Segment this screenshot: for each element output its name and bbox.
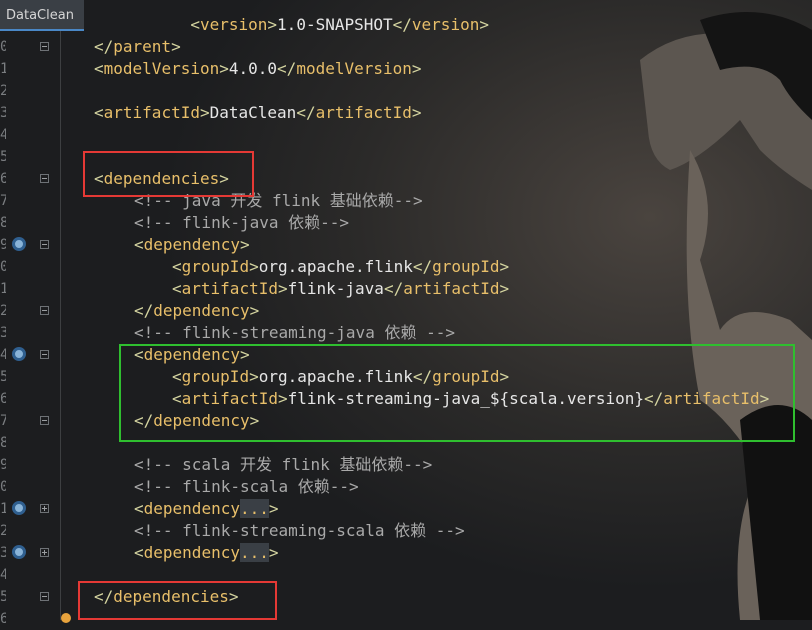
line-number: 1 [0, 281, 6, 297]
code-comment: <!-- flink-streaming-java 依赖 --> [134, 323, 455, 342]
streaming-dependency-highlight [119, 344, 795, 442]
code-line: <groupId>org.apache.flink</groupId> [172, 257, 510, 276]
maven-dependency-icon[interactable] [12, 347, 26, 361]
line-number: 9 [0, 237, 6, 253]
line-number: 6 [0, 391, 6, 407]
line-number: 8 [0, 215, 6, 231]
code-line: <dependency> [134, 235, 250, 254]
line-number: 3 [0, 545, 6, 561]
line-number: 4 [0, 567, 6, 583]
code-line: <modelVersion>4.0.0</modelVersion> [94, 59, 422, 78]
dependencies-close-highlight [78, 581, 277, 620]
line-number: 6 [0, 611, 6, 627]
gutter-divider [60, 0, 61, 620]
line-number: 6 [0, 171, 6, 187]
tab-dataclean[interactable]: DataClean [0, 0, 84, 31]
editor-gutter: 9 0 1 2 3 4 5 6 7 8 9 0 1 2 3 4 5 6 7 8 … [0, 0, 60, 627]
code-line: </dependency> [134, 301, 260, 320]
code-line: <artifactId>DataClean</artifactId> [94, 103, 422, 122]
line-number: 8 [0, 435, 6, 451]
line-number: 5 [0, 589, 6, 605]
code-comment: <!-- scala 开发 flink 基础依赖--> [134, 455, 433, 474]
line-number: 2 [0, 83, 6, 99]
code-editor[interactable]: <version>1.0-SNAPSHOT</version> </parent… [0, 0, 812, 620]
line-number: 2 [0, 303, 6, 319]
line-number: 1 [0, 501, 6, 517]
line-number: 4 [0, 347, 6, 363]
fold-collapse-icon[interactable] [40, 240, 49, 249]
fold-collapse-icon[interactable] [40, 174, 49, 183]
fold-expand-icon[interactable] [40, 504, 49, 513]
code-line-folded[interactable]: <dependency...> [134, 542, 279, 564]
line-number: 7 [0, 413, 6, 429]
dependencies-open-highlight [83, 151, 254, 197]
line-number: 2 [0, 523, 6, 539]
line-number: 1 [0, 61, 6, 77]
line-number: 5 [0, 149, 6, 165]
fold-collapse-icon[interactable] [40, 42, 49, 51]
maven-dependency-icon[interactable] [12, 545, 26, 559]
fold-collapse-icon[interactable] [40, 350, 49, 359]
fold-collapse-icon[interactable] [40, 306, 49, 315]
line-number: 3 [0, 325, 6, 341]
code-comment: <!-- flink-streaming-scala 依赖 --> [134, 521, 465, 540]
code-line-folded[interactable]: <dependency...> [134, 498, 279, 520]
code-line: <version>1.0-SNAPSHOT</version> [190, 15, 489, 34]
code-comment: <!-- flink-scala 依赖--> [134, 477, 359, 496]
code-comment: <!-- flink-java 依赖--> [134, 213, 350, 232]
line-number: 7 [0, 193, 6, 209]
fold-collapse-icon[interactable] [40, 592, 49, 601]
code-line: </parent> [94, 37, 181, 56]
line-number: 5 [0, 369, 6, 385]
maven-dependency-icon[interactable] [12, 501, 26, 515]
line-number: 0 [0, 479, 6, 495]
line-number: 0 [0, 39, 6, 55]
line-number: 4 [0, 127, 6, 143]
fold-collapse-icon[interactable] [40, 416, 49, 425]
line-number: 0 [0, 259, 6, 275]
maven-dependency-icon[interactable] [12, 237, 26, 251]
line-number: 3 [0, 105, 6, 121]
line-number: 9 [0, 457, 6, 473]
code-line: <artifactId>flink-java</artifactId> [172, 279, 510, 298]
fold-expand-icon[interactable] [40, 548, 49, 557]
